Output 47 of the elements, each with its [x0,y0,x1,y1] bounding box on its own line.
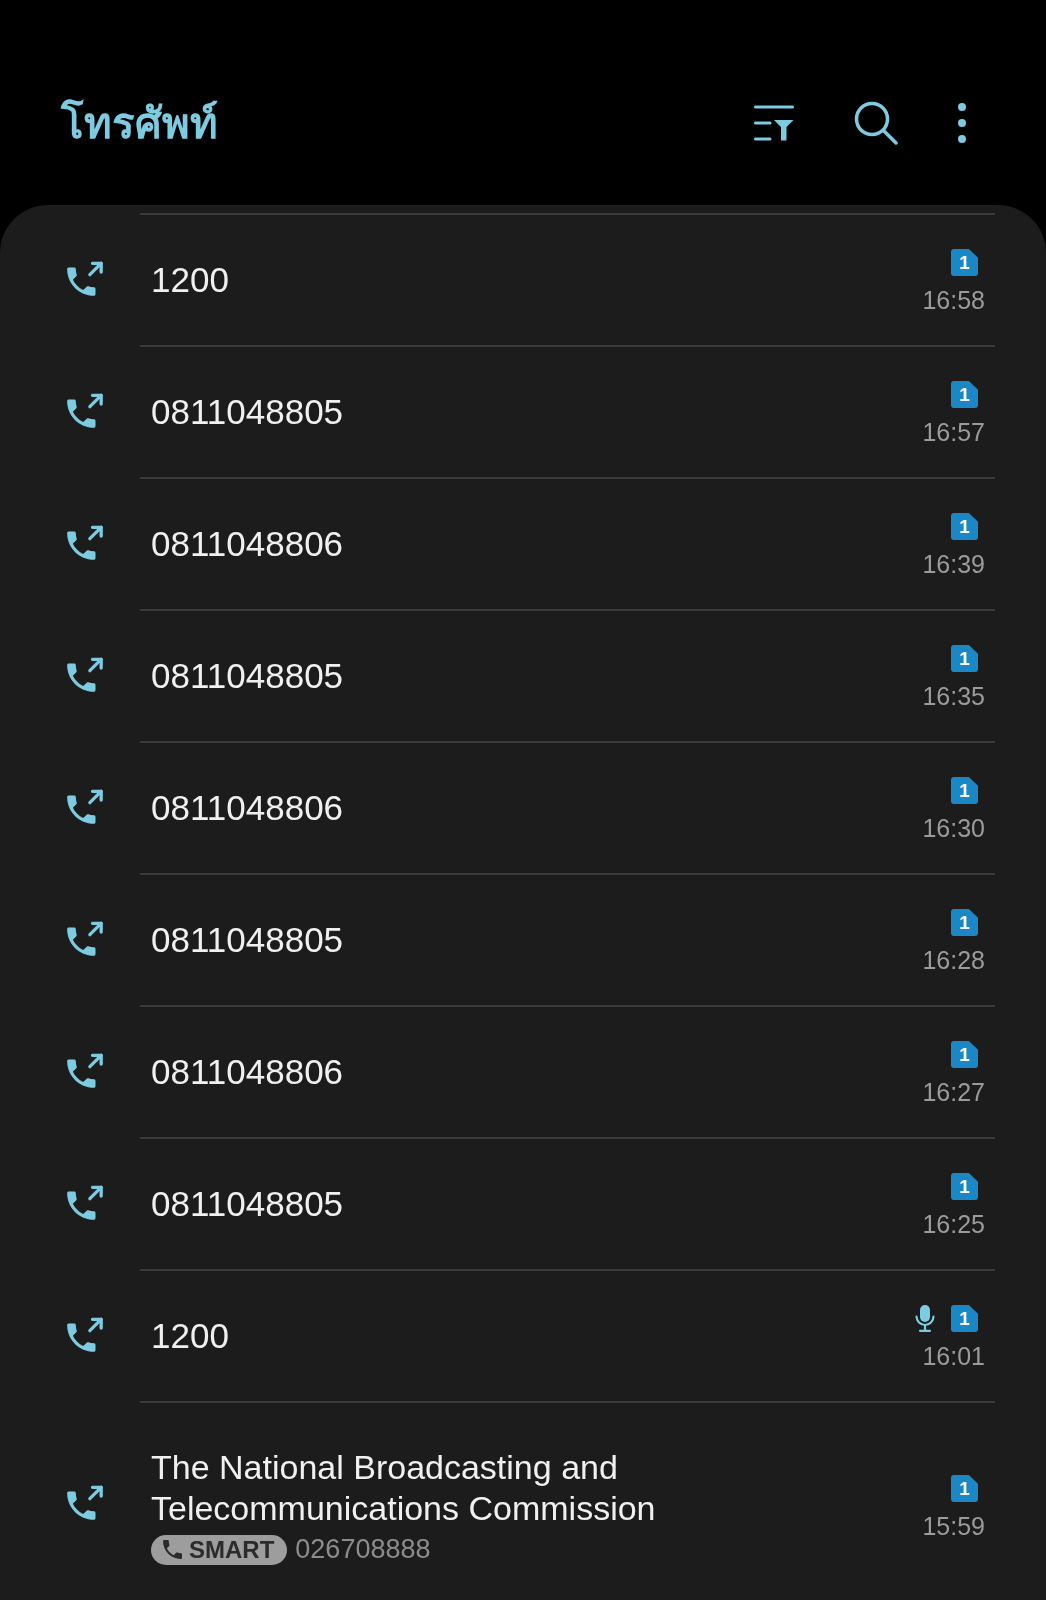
call-time: 16:25 [922,1209,985,1239]
call-time: 16:35 [922,681,985,711]
sim-card-badge: 1 [951,1475,978,1502]
phone-number: 0811048805 [151,655,345,697]
sim-card-badge: 1 [951,513,978,540]
outgoing-call-icon [67,1316,104,1354]
sim-card-badge: 1 [951,249,978,276]
call-time: 16:27 [922,1077,985,1107]
phone-number: 1200 [151,259,230,301]
phone-number: 0811048805 [151,1183,345,1225]
phone-number: 0811048805 [151,919,345,961]
phone-number: 1200 [151,1315,230,1357]
sim-card-badge: 1 [951,909,978,936]
sim-card-badge: 1 [951,1305,978,1332]
contact-name: The National Broadcasting and Telecommunications Commission [151,1447,657,1529]
call-time: 16:01 [922,1341,985,1371]
call-time: 16:28 [922,945,985,975]
call-time: 15:59 [922,1511,985,1541]
app-title: โทรศัพท์ [61,98,218,149]
sim-card-badge: 1 [951,777,978,804]
outgoing-call-icon [67,1052,104,1090]
outgoing-call-icon [67,656,104,694]
phone-number: 0811048805 [151,391,345,433]
call-time: 16:58 [922,285,985,315]
filter-icon[interactable] [754,104,794,141]
phone-number: 026708888 [295,1534,431,1565]
sim-card-badge: 1 [951,1173,978,1200]
call-time: 16:30 [922,813,985,843]
outgoing-call-icon [67,524,104,562]
outgoing-call-icon [67,1484,104,1522]
call-time: 16:57 [922,417,985,447]
outgoing-call-icon [67,392,104,430]
phone-icon [163,1540,182,1559]
search-icon[interactable] [854,100,898,145]
outgoing-call-icon [67,788,104,826]
phone-number: 0811048806 [151,787,345,829]
outgoing-call-icon [67,1184,104,1222]
more-options-icon[interactable] [958,102,966,143]
sim-card-badge: 1 [951,381,978,408]
outgoing-call-icon [67,920,104,958]
call-time: 16:39 [922,549,985,579]
carrier-tag-label: SMART [189,1535,275,1564]
sim-card-badge: 1 [951,645,978,672]
phone-number: 0811048806 [151,1051,345,1093]
outgoing-call-icon [67,260,104,298]
phone-number: 0811048806 [151,523,345,565]
sim-card-badge: 1 [951,1041,978,1068]
